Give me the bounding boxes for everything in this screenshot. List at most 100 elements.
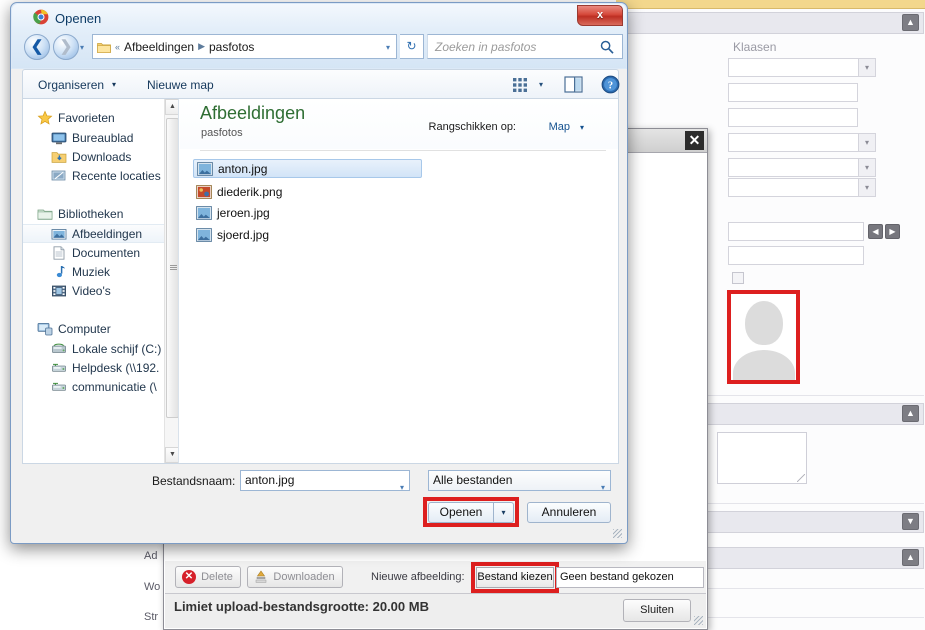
scroll-down-button[interactable]: ▼ xyxy=(165,447,178,463)
folder-icon xyxy=(97,42,111,53)
panel-collapse-button-4[interactable]: ▲ xyxy=(902,549,919,566)
chevron-down-icon-6[interactable]: ▾ xyxy=(858,178,876,197)
organize-menu[interactable]: Organiseren xyxy=(38,78,104,92)
chevron-down-icon-view[interactable]: ▾ xyxy=(539,80,543,89)
new-folder-button[interactable]: Nieuwe map xyxy=(147,78,214,92)
preview-pane-icon[interactable] xyxy=(564,76,583,93)
sidebar-item-videos[interactable]: Video's xyxy=(23,281,178,300)
sidebar-item-label: Video's xyxy=(72,283,111,298)
panel-collapse-button-notes[interactable]: ▲ xyxy=(902,405,919,422)
help-icon[interactable]: ? xyxy=(601,75,620,94)
file-list-item[interactable]: sjoerd.jpg xyxy=(193,225,269,244)
breadcrumb-item-afbeeldingen[interactable]: Afbeeldingen xyxy=(124,40,194,54)
cancel-button[interactable]: Annuleren xyxy=(527,502,611,523)
chevron-down-icon-1[interactable]: ▾ xyxy=(858,58,876,77)
panel-collapse-button-top[interactable]: ▲ xyxy=(902,14,919,31)
chevron-down-icon-filename[interactable]: ▾ xyxy=(400,478,404,497)
no-file-chosen-text: Geen bestand gekozen xyxy=(556,567,704,588)
sidebar-group-label: Bibliotheken xyxy=(58,206,124,221)
sidebar-item-communicatie[interactable]: communicatie (\ xyxy=(23,377,178,396)
breadcrumb-item-pasfotos[interactable]: pasfotos xyxy=(209,40,254,54)
chevron-down-icon-4[interactable]: ▾ xyxy=(858,133,876,152)
search-input[interactable]: Zoeken in pasfotos xyxy=(427,34,623,59)
chevron-down-icon-history[interactable]: ▾ xyxy=(80,43,84,52)
notes-textarea[interactable] xyxy=(717,432,807,484)
chevron-down-icon-address[interactable]: ▾ xyxy=(386,43,390,52)
filename-label: Bestandsnaam: xyxy=(152,474,236,488)
pictures-library-icon xyxy=(51,228,67,240)
file-list-item[interactable]: anton.jpg xyxy=(193,159,422,178)
panel-expand-button-3[interactable]: ▼ xyxy=(902,513,919,530)
textarea-resize-grip[interactable] xyxy=(797,474,805,482)
close-icon[interactable]: ✕ xyxy=(685,131,704,150)
search-placeholder: Zoeken in pasfotos xyxy=(435,40,537,54)
sidebar-item-recente-locaties[interactable]: Recente locaties xyxy=(23,166,178,185)
sidebar-item-documenten[interactable]: Documenten xyxy=(23,243,178,262)
navigation-pane: Favorieten Bureaublad Downloads Recente … xyxy=(23,99,179,463)
music-library-icon xyxy=(56,265,65,277)
sidebar-item-helpdesk[interactable]: Helpdesk (\\192. xyxy=(23,358,178,377)
sidebar-item-label: Downloads xyxy=(72,149,132,164)
sidebar-item-label: Helpdesk (\\192. xyxy=(72,360,160,375)
class-select-5[interactable] xyxy=(728,158,858,177)
arrange-by-value[interactable]: Map xyxy=(549,121,570,133)
search-icon xyxy=(600,40,614,54)
choose-file-highlight xyxy=(471,562,559,593)
sidebar-group-bibliotheken[interactable]: Bibliotheken xyxy=(23,204,178,223)
photo-checkbox[interactable] xyxy=(732,272,744,284)
chevron-down-icon-5[interactable]: ▾ xyxy=(858,158,876,177)
right-panel-header xyxy=(622,12,924,34)
filetype-select[interactable]: Alle bestanden ▾ xyxy=(428,470,611,492)
sidebar-item-muziek[interactable]: Muziek xyxy=(23,262,178,281)
close-icon[interactable]: x xyxy=(577,5,623,26)
sidebar-item-bureaublad[interactable]: Bureaublad xyxy=(23,128,178,147)
libraries-icon xyxy=(37,209,53,220)
chevron-down-icon-filetype[interactable]: ▾ xyxy=(601,478,605,497)
sidebar-item-label: Bureaublad xyxy=(72,130,134,145)
class-text-2[interactable] xyxy=(728,83,858,102)
file-list-item[interactable]: jeroen.jpg xyxy=(193,203,270,222)
computer-icon xyxy=(37,322,53,335)
address-bar[interactable]: « Afbeeldingen ▶ pasfotos ▾ xyxy=(92,34,397,59)
file-list-item[interactable]: diederik.png xyxy=(193,182,282,201)
extra-field-input[interactable] xyxy=(728,246,864,265)
class-text-3[interactable] xyxy=(728,108,858,127)
sidebar-item-lokale-schijf[interactable]: Lokale schijf (C:) xyxy=(23,339,178,358)
sidebar-item-label: communicatie (\ xyxy=(72,379,157,394)
scrollbar-thumb[interactable] xyxy=(166,118,178,418)
modal-resize-grip[interactable] xyxy=(694,616,703,625)
sidebar-item-downloads[interactable]: Downloads xyxy=(23,147,178,166)
chevron-down-icon-arrange[interactable]: ▾ xyxy=(580,123,584,132)
class-select-6[interactable] xyxy=(728,178,858,197)
sidebar-group-computer[interactable]: Computer xyxy=(23,319,178,338)
view-options-icon[interactable] xyxy=(512,77,528,93)
back-arrow-icon[interactable]: ❮ xyxy=(24,34,50,60)
filename-input[interactable]: anton.jpg ▾ xyxy=(240,470,410,492)
png-image-icon xyxy=(196,184,212,199)
close-modal-button[interactable]: Sluiten xyxy=(623,599,691,622)
paged-field-input[interactable] xyxy=(728,222,864,241)
chrome-icon xyxy=(33,9,49,25)
class-select-1[interactable] xyxy=(728,58,858,77)
avatar-photo-placeholder[interactable] xyxy=(727,290,800,384)
scroll-up-button[interactable]: ▲ xyxy=(165,99,178,115)
class-select-4[interactable] xyxy=(728,133,858,152)
file-name: sjoerd.jpg xyxy=(217,227,270,242)
delete-circle-icon: ✕ xyxy=(182,570,196,584)
delete-button[interactable]: ✕ Delete xyxy=(175,566,241,588)
sidebar-group-favorieten[interactable]: Favorieten xyxy=(23,108,178,127)
navpane-scrollbar[interactable]: ▲ ▼ xyxy=(164,99,178,463)
navigation-bar: ❮ ❯ ▾ « Afbeeldingen ▶ pasfotos ▾ ↻ Zoek… xyxy=(12,31,626,63)
dialog-resize-grip[interactable] xyxy=(613,529,622,538)
download-button[interactable]: Downloaden xyxy=(247,566,343,588)
desktop-icon xyxy=(51,132,67,144)
sidebar-item-afbeeldingen[interactable]: Afbeeldingen xyxy=(23,224,178,243)
download-icon xyxy=(255,570,267,583)
next-arrow-button[interactable]: ▶ xyxy=(885,224,900,239)
forward-arrow-icon[interactable]: ❯ xyxy=(53,34,79,60)
refresh-icon[interactable]: ↻ xyxy=(400,34,424,59)
prev-arrow-button[interactable]: ◀ xyxy=(868,224,883,239)
delete-button-label: Delete xyxy=(201,571,233,583)
chevron-down-icon-organize[interactable]: ▾ xyxy=(112,80,116,89)
sidebar-item-label: Lokale schijf (C:) xyxy=(72,341,162,356)
